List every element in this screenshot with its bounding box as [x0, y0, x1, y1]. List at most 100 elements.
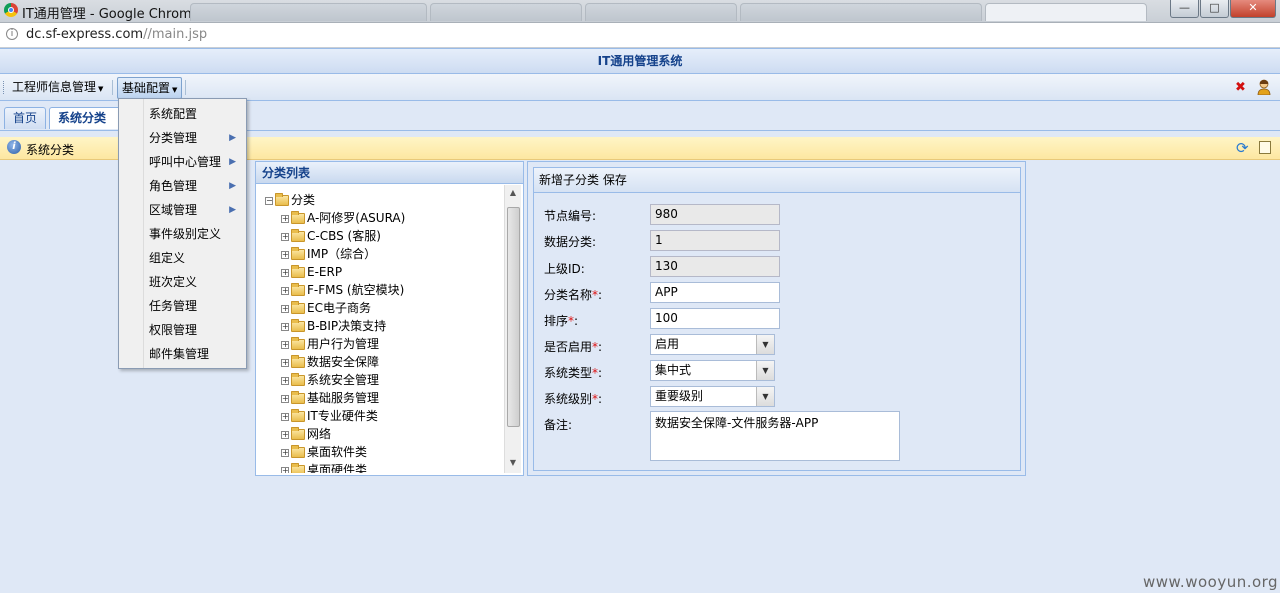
refresh-icon[interactable]: ⟳ [1236, 139, 1249, 157]
tree-node-label: 数据安全保障 [307, 355, 380, 369]
tree-node[interactable]: + 用户行为管理 [281, 335, 379, 353]
dropdown-item[interactable]: 组定义 [119, 246, 244, 270]
menu-separator [185, 80, 186, 95]
dropdown-item[interactable]: 权限管理 [119, 318, 244, 342]
close-window-button[interactable]: ✕ [1230, 0, 1276, 18]
tree-node[interactable]: + 系统安全管理 [281, 371, 379, 389]
system-level-select[interactable]: 重要级别 ▼ [650, 386, 775, 407]
tree-node-label: B-BIP决策支持 [307, 319, 387, 333]
system-type-label: 系统类型*: [544, 364, 602, 381]
dropdown-item[interactable]: 角色管理 ▶ [119, 174, 244, 198]
chevron-down-icon[interactable]: ▼ [756, 387, 774, 406]
folder-icon [291, 463, 305, 473]
tree-node[interactable]: + EC电子商务 [281, 299, 371, 317]
dropdown-item[interactable]: 区域管理 ▶ [119, 198, 244, 222]
url-text[interactable]: dc.sf-express.com//main.jsp [26, 27, 207, 42]
data-category-field[interactable]: 1 [650, 230, 780, 251]
tree-node[interactable]: + IMP（综合） [281, 245, 376, 263]
tree-node[interactable]: + 基础服务管理 [281, 389, 379, 407]
expand-icon[interactable]: + [281, 250, 289, 259]
browser-tab-active[interactable] [985, 3, 1147, 21]
expand-icon[interactable]: + [281, 322, 289, 331]
browser-tab[interactable] [190, 3, 427, 21]
maximize-button[interactable]: □ [1200, 0, 1229, 18]
label-colon: : [598, 366, 603, 380]
scroll-up-icon[interactable]: ▲ [505, 185, 521, 201]
page-info-icon[interactable]: i [6, 28, 18, 40]
dropdown-item[interactable]: 班次定义 [119, 270, 244, 294]
expand-icon[interactable]: + [281, 214, 289, 223]
scroll-thumb[interactable] [507, 207, 520, 427]
scroll-down-icon[interactable]: ▼ [505, 455, 521, 471]
expand-icon[interactable]: + [281, 304, 289, 313]
expand-icon[interactable]: + [281, 448, 289, 457]
browser-tab[interactable] [740, 3, 982, 21]
enabled-select[interactable]: 启用 ▼ [650, 334, 775, 355]
tree-scrollbar[interactable]: ▲ ▼ [504, 185, 521, 473]
address-bar[interactable]: i dc.sf-express.com//main.jsp [0, 23, 1280, 48]
sort-field[interactable]: 100 [650, 308, 780, 329]
dropdown-item-label: 角色管理 [149, 179, 198, 193]
node-no-field[interactable]: 980 [650, 204, 780, 225]
tree-node-label: F-FMS (航空模块) [307, 283, 405, 297]
select-value: 集中式 [655, 363, 692, 377]
expand-icon[interactable]: + [281, 286, 289, 295]
label-text: 排序 [544, 314, 569, 328]
tree-node[interactable]: + E-ERP [281, 263, 342, 281]
user-icon[interactable] [1257, 79, 1271, 95]
form-toolbar[interactable]: 新增子分类 保存 [534, 168, 1020, 193]
expand-icon[interactable]: + [281, 412, 289, 421]
tree-node[interactable]: + 数据安全保障 [281, 353, 379, 371]
info-icon: i [7, 140, 21, 154]
sort-label: 排序*: [544, 312, 578, 329]
category-name-field[interactable]: APP [650, 282, 780, 303]
folder-icon [291, 283, 305, 296]
chevron-down-icon[interactable]: ▼ [756, 361, 774, 380]
folder-icon [291, 229, 305, 242]
tree-node[interactable]: + 桌面软件类 [281, 443, 367, 461]
expand-icon[interactable]: + [281, 430, 289, 439]
tree-node-label: IT专业硬件类 [307, 409, 378, 423]
label-text: 系统级别 [544, 392, 593, 406]
menu-basic-config[interactable]: 基础配置 ▼ [117, 77, 183, 99]
browser-tab[interactable] [430, 3, 582, 21]
tree-node[interactable]: + A-阿修罗(ASURA) [281, 209, 405, 227]
label-text: 是否启用 [544, 340, 593, 354]
dropdown-item[interactable]: 任务管理 [119, 294, 244, 318]
dropdown-item[interactable]: 事件级别定义 [119, 222, 244, 246]
system-type-select[interactable]: 集中式 ▼ [650, 360, 775, 381]
expand-icon[interactable]: + [281, 268, 289, 277]
expand-icon[interactable]: + [281, 340, 289, 349]
tree-node[interactable]: + C-CBS (客服) [281, 227, 381, 245]
dropdown-item-label: 班次定义 [149, 275, 198, 289]
chevron-down-icon[interactable]: ▼ [756, 335, 774, 354]
tree-node-label: A-阿修罗(ASURA) [307, 211, 406, 225]
tree-node[interactable]: + IT专业硬件类 [281, 407, 378, 425]
url-path: //main.jsp [143, 27, 208, 42]
dropdown-item[interactable]: 系统配置 [119, 102, 244, 126]
dropdown-item[interactable]: 呼叫中心管理 ▶ [119, 150, 244, 174]
expand-icon[interactable]: + [281, 466, 289, 473]
parent-id-field[interactable]: 130 [650, 256, 780, 277]
tree-node[interactable]: + F-FMS (航空模块) [281, 281, 404, 299]
expand-icon[interactable]: + [281, 376, 289, 385]
tree-node[interactable]: + 桌面硬件类 [281, 461, 367, 473]
tree-root-node[interactable]: − 分类 [265, 191, 315, 209]
export-icon[interactable] [1259, 141, 1271, 154]
dropdown-item[interactable]: 分类管理 ▶ [119, 126, 244, 150]
tree-node[interactable]: + B-BIP决策支持 [281, 317, 386, 335]
expand-icon[interactable]: + [281, 232, 289, 241]
submenu-arrow-icon: ▶ [229, 181, 236, 191]
collapse-icon[interactable]: − [265, 196, 273, 205]
expand-icon[interactable]: + [281, 394, 289, 403]
dropdown-item[interactable]: 邮件集管理 [119, 342, 244, 366]
folder-icon [291, 391, 305, 404]
tree-node[interactable]: + 网络 [281, 425, 331, 443]
logout-icon[interactable]: ✖ [1235, 80, 1246, 95]
menu-engineer-info[interactable]: 工程师信息管理 ▼ [8, 77, 107, 97]
minimize-button[interactable]: — [1170, 0, 1199, 18]
tab-home[interactable]: 首页 [4, 107, 47, 129]
remark-textarea[interactable]: 数据安全保障-文件服务器-APP [650, 411, 900, 461]
browser-tab[interactable] [585, 3, 737, 21]
expand-icon[interactable]: + [281, 358, 289, 367]
